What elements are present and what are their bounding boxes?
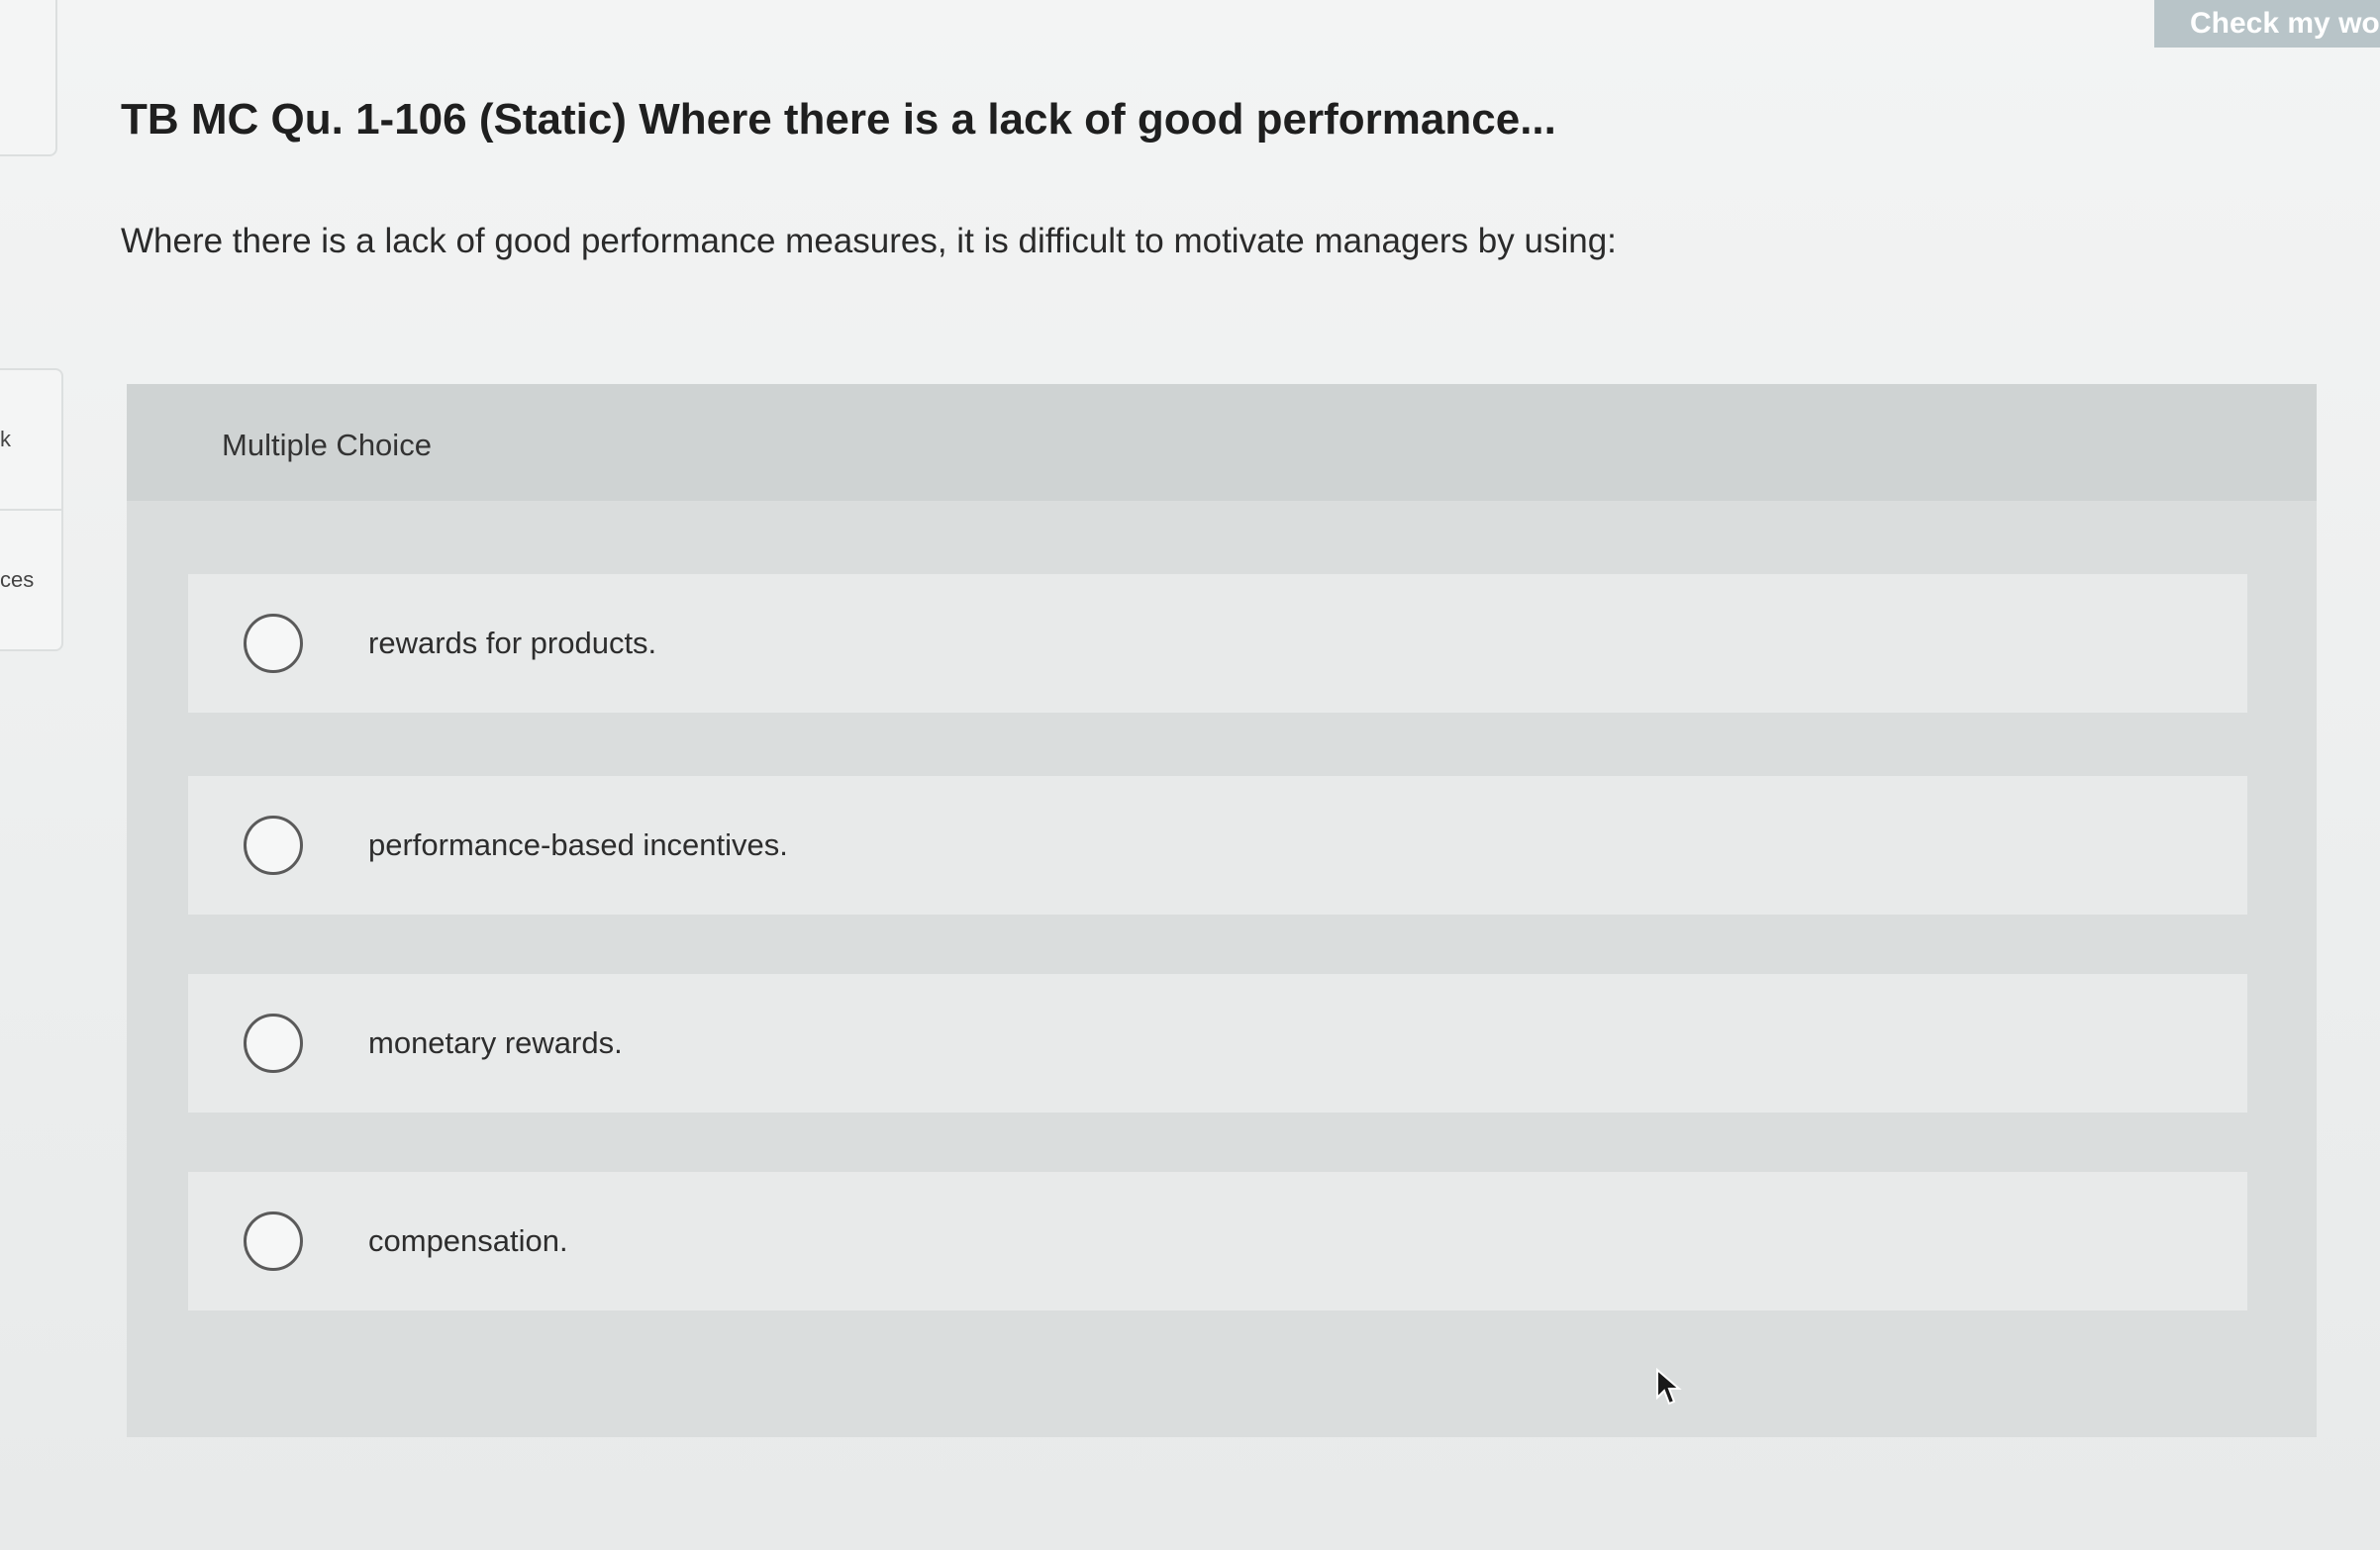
multiple-choice-label: Multiple Choice bbox=[222, 428, 432, 462]
answer-option[interactable]: monetary rewards. bbox=[188, 974, 2247, 1113]
left-rail-tab-1[interactable]: k bbox=[0, 368, 63, 511]
answer-option-label: monetary rewards. bbox=[368, 1025, 623, 1060]
answer-option[interactable]: rewards for products. bbox=[188, 574, 2247, 713]
left-rail-tab-1-label: k bbox=[0, 427, 11, 451]
assignment-page: k ces Check my wo TB MC Qu. 1-106 (Stati… bbox=[0, 0, 2380, 1550]
answer-option-label: performance-based incentives. bbox=[368, 827, 788, 862]
question-text: Where there is a lack of good performanc… bbox=[121, 222, 1617, 260]
radio-button[interactable] bbox=[244, 816, 303, 875]
answer-option-label: compensation. bbox=[368, 1223, 568, 1258]
answer-option-label: rewards for products. bbox=[368, 626, 657, 660]
multiple-choice-header: Multiple Choice bbox=[127, 384, 2317, 501]
left-rail-tab-2-label: ces bbox=[0, 567, 35, 592]
answer-option[interactable]: compensation. bbox=[188, 1172, 2247, 1310]
radio-button[interactable] bbox=[244, 614, 303, 673]
check-my-work-button[interactable]: Check my wo bbox=[2154, 0, 2380, 48]
answer-option[interactable]: performance-based incentives. bbox=[188, 776, 2247, 915]
radio-button[interactable] bbox=[244, 1211, 303, 1271]
multiple-choice-panel: Multiple Choice rewards for products. pe… bbox=[127, 384, 2317, 1437]
question-title: TB MC Qu. 1-106 (Static) Where there is … bbox=[121, 95, 1556, 144]
mouse-pointer-icon bbox=[1656, 1368, 1682, 1405]
radio-button[interactable] bbox=[244, 1014, 303, 1073]
left-rail-tab-2[interactable]: ces bbox=[0, 509, 63, 651]
left-rail-panel bbox=[0, 0, 57, 156]
